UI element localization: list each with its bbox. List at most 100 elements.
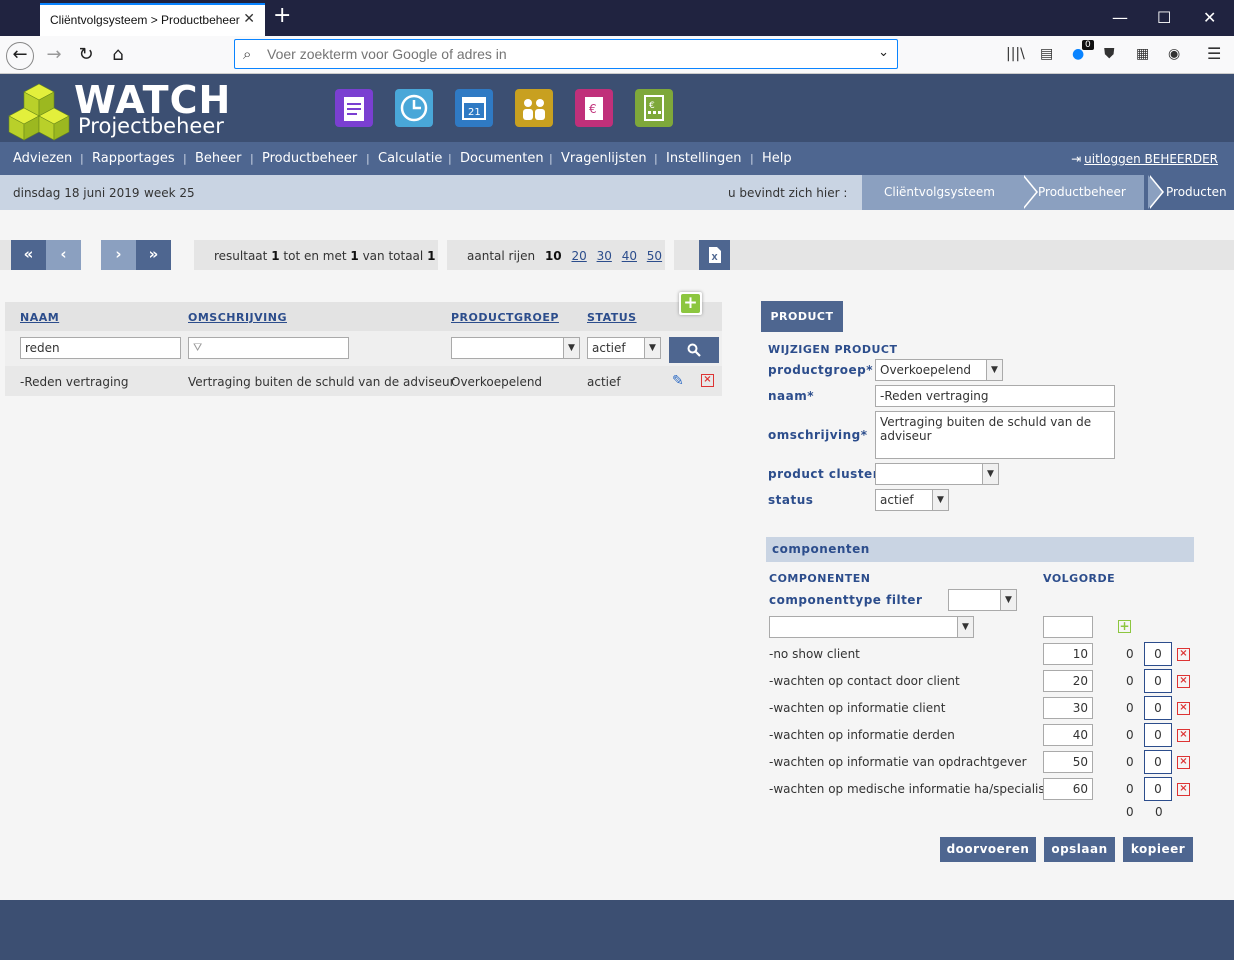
calendar-app-icon[interactable]: 21 (455, 89, 493, 127)
component-count-input[interactable]: 0 (1144, 696, 1172, 720)
tab-product[interactable]: PRODUCT (761, 301, 843, 332)
component-order-input[interactable]: 30 (1043, 697, 1093, 719)
menu-adviezen[interactable]: Adviezen (13, 151, 72, 166)
home-icon[interactable]: ⌂ (104, 42, 132, 70)
component-order-input[interactable]: 60 (1043, 778, 1093, 800)
last-page-button[interactable]: » (136, 240, 171, 270)
back-icon[interactable]: ← (6, 42, 34, 70)
component-count-input[interactable]: 0 (1144, 642, 1172, 666)
component-count-input[interactable]: 0 (1144, 750, 1172, 774)
filter-status-select[interactable]: actief ▼ (587, 337, 661, 359)
add-component-icon[interactable]: + (1118, 620, 1131, 633)
chevron-down-icon: ▼ (986, 360, 1002, 380)
naam-input[interactable]: -Reden vertraging (875, 385, 1115, 407)
browser-titlebar: Cliëntvolgsysteem > Productbeheer ✕ + — … (0, 0, 1234, 36)
component-order-input[interactable]: 50 (1043, 751, 1093, 773)
col-naam[interactable]: NAAM (20, 311, 59, 324)
label-product-cluster: product cluster (768, 467, 880, 481)
omschrijving-textarea[interactable]: Vertraging buiten de schuld van de advis… (875, 411, 1115, 459)
reload-icon[interactable]: ↻ (72, 42, 100, 70)
minimize-icon[interactable]: — (1112, 8, 1128, 27)
excel-export-icon[interactable]: X (699, 240, 730, 270)
delete-icon[interactable]: × (701, 374, 714, 387)
filter-omschrijving-input[interactable]: ⛛ (188, 337, 349, 359)
doorvoeren-button[interactable]: doorvoeren (940, 837, 1036, 862)
add-product-button[interactable]: + (679, 292, 702, 315)
menu-calculatie[interactable]: Calculatie (378, 151, 442, 166)
menu-vragenlijsten[interactable]: Vragenlijsten (561, 151, 647, 166)
maximize-icon[interactable]: ☐ (1157, 8, 1171, 27)
component-count-input[interactable]: 0 (1144, 723, 1172, 747)
close-window-icon[interactable]: ✕ (1203, 8, 1216, 27)
productgroep-select[interactable]: Overkoepelend ▼ (875, 359, 1003, 381)
table-row[interactable]: -Reden vertraging Vertraging buiten de s… (5, 366, 722, 396)
component-order-input[interactable]: 20 (1043, 670, 1093, 692)
col-omschrijving[interactable]: OMSCHRIJVING (188, 311, 287, 324)
delete-component-icon[interactable]: × (1177, 729, 1190, 742)
componenttype-filter-select[interactable]: ▼ (948, 589, 1017, 611)
main-content: « ‹ › » resultaat 1 tot en met 1 van tot… (0, 210, 1234, 900)
rows-option-20[interactable]: 20 (571, 249, 586, 263)
status-select[interactable]: actief ▼ (875, 489, 949, 511)
tab-title: Cliëntvolgsysteem > Productbeheer (50, 13, 240, 27)
product-cluster-select[interactable]: ▼ (875, 463, 999, 485)
first-page-button[interactable]: « (11, 240, 46, 270)
filter-productgroep-select[interactable]: ▼ (451, 337, 580, 359)
component-count: 0 (1126, 782, 1134, 796)
new-component-select[interactable]: ▼ (769, 616, 974, 638)
component-order-input[interactable]: 10 (1043, 643, 1093, 665)
filter-naam-input[interactable] (20, 337, 181, 359)
invoice-app-icon[interactable]: € (575, 89, 613, 127)
rows-option-50[interactable]: 50 (647, 249, 662, 263)
delete-component-icon[interactable]: × (1177, 675, 1190, 688)
svg-text:X: X (711, 253, 718, 262)
component-count-input[interactable]: 0 (1144, 777, 1172, 801)
rows-option-30[interactable]: 30 (597, 249, 612, 263)
col-status[interactable]: STATUS (587, 311, 637, 324)
next-page-button[interactable]: › (101, 240, 136, 270)
browser-toolbar: ← → ↻ ⌂ ⌕ ⌄ |||\ ▤ ● 0 ⛊ ▦ ◉ ☰ (0, 36, 1234, 74)
menu-instellingen[interactable]: Instellingen (666, 151, 742, 166)
url-input[interactable] (267, 44, 867, 64)
menu-rapportages[interactable]: Rapportages (92, 151, 175, 166)
delete-component-icon[interactable]: × (1177, 648, 1190, 661)
logout-link[interactable]: ⇥ uitloggen BEHEERDER (1071, 152, 1218, 166)
menu-beheer[interactable]: Beheer (195, 151, 242, 166)
chevron-down-icon[interactable]: ⌄ (878, 45, 889, 60)
menu-documenten[interactable]: Documenten (460, 151, 544, 166)
documents-app-icon[interactable] (335, 89, 373, 127)
search-button[interactable] (669, 337, 719, 363)
url-bar[interactable]: ⌕ ⌄ (234, 39, 898, 69)
clock-app-icon[interactable] (395, 89, 433, 127)
delete-component-icon[interactable]: × (1177, 756, 1190, 769)
new-tab-icon[interactable]: + (273, 5, 291, 27)
library-icon[interactable]: |||\ (1006, 46, 1025, 62)
menu-productbeheer[interactable]: Productbeheer (262, 151, 357, 166)
menu-help[interactable]: Help (762, 151, 792, 166)
delete-component-icon[interactable]: × (1177, 783, 1190, 796)
close-tab-icon[interactable]: ✕ (243, 11, 255, 27)
delete-component-icon[interactable]: × (1177, 702, 1190, 715)
result-to-label: tot en met (283, 249, 347, 263)
qr-icon[interactable]: ▦ (1136, 46, 1149, 62)
new-order-input[interactable] (1043, 616, 1093, 638)
breadcrumb-clientvolgsysteem[interactable]: Cliëntvolgsysteem (862, 175, 1038, 210)
kopieer-button[interactable]: kopieer (1123, 837, 1193, 862)
component-order-input[interactable]: 40 (1043, 724, 1093, 746)
prev-page-button[interactable]: ‹ (46, 240, 81, 270)
account-icon[interactable]: ◉ (1168, 46, 1180, 62)
rows-option-40[interactable]: 40 (622, 249, 637, 263)
opslaan-button[interactable]: opslaan (1044, 837, 1115, 862)
menu-icon[interactable]: ☰ (1207, 44, 1221, 63)
pager-gap (438, 240, 447, 270)
calculator-app-icon[interactable]: € (635, 89, 673, 127)
people-app-icon[interactable] (515, 89, 553, 127)
shield-icon[interactable]: ⛊ (1104, 46, 1115, 62)
forward-icon[interactable]: → (40, 42, 68, 70)
browser-tab[interactable]: Cliëntvolgsysteem > Productbeheer ✕ (40, 3, 265, 36)
col-productgroep[interactable]: PRODUCTGROEP (451, 311, 559, 324)
svg-text:€: € (589, 102, 597, 116)
component-count-input[interactable]: 0 (1144, 669, 1172, 693)
sidebar-icon[interactable]: ▤ (1040, 46, 1053, 62)
edit-icon[interactable]: ✎ (672, 373, 684, 389)
